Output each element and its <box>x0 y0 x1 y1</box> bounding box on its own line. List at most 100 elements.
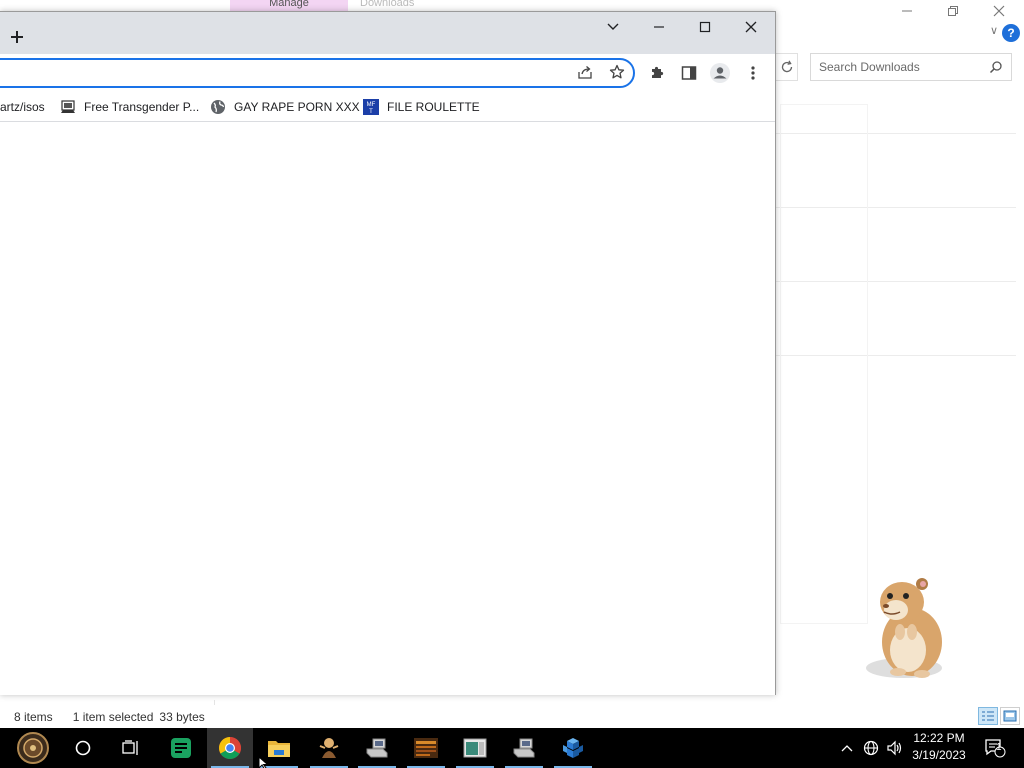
clock-date: 3/19/2023 <box>912 748 966 762</box>
bookmark-label: GAY RAPE PORN XXX <box>234 100 360 114</box>
taskbar-app-blocks[interactable] <box>550 728 596 768</box>
figure-app-icon <box>319 738 339 758</box>
svg-text:MF: MF <box>367 102 376 108</box>
avatar-icon <box>710 63 730 83</box>
chrome-minimize-button[interactable] <box>636 12 682 42</box>
clock[interactable]: 12:22 PM 3/19/2023 <box>906 730 972 766</box>
plus-icon <box>11 31 23 43</box>
cortana-circle-icon <box>75 740 91 756</box>
show-hidden-icons-button[interactable] <box>838 728 856 768</box>
extensions-button[interactable] <box>646 62 668 84</box>
taskbar-app-window[interactable] <box>452 728 498 768</box>
status-selection: 1 item selected <box>72 709 154 724</box>
search-downloads-box[interactable]: Search Downloads <box>810 53 1012 81</box>
restore-icon <box>948 6 958 16</box>
taskbar-app-chrome[interactable] <box>207 728 253 768</box>
mouse-cursor-icon <box>258 756 269 768</box>
page-content-area[interactable] <box>0 123 775 695</box>
puzzle-icon <box>652 66 664 78</box>
explorer-minimize-button[interactable] <box>884 0 930 22</box>
clock-time: 12:22 PM <box>913 731 965 745</box>
folder-icon <box>268 741 290 757</box>
cortana-button[interactable] <box>60 728 106 768</box>
network-button[interactable] <box>860 728 882 768</box>
share-icon <box>578 66 592 79</box>
profile-button[interactable] <box>709 62 731 84</box>
status-item-count: 8 items <box>14 709 53 724</box>
taskbar: 12:22 PM 3/19/2023 1 <box>0 728 1024 768</box>
speaker-icon <box>887 740 902 756</box>
start-orb-icon <box>17 732 49 764</box>
window-app-icon <box>463 738 487 758</box>
explorer-restore-button[interactable] <box>930 0 976 22</box>
maximize-icon <box>699 21 711 33</box>
minimize-icon <box>902 10 912 12</box>
ribbon-expand-chevron-icon[interactable]: ∨ <box>990 24 998 37</box>
taskbar-app-spreadsheet[interactable] <box>158 728 204 768</box>
svg-text:T: T <box>369 109 373 115</box>
spreadsheet-app-icon <box>171 738 191 758</box>
chrome-tabstrip <box>0 12 775 54</box>
chrome-maximize-button[interactable] <box>682 12 728 42</box>
close-icon <box>993 5 1005 17</box>
notification-icon <box>985 739 1006 758</box>
hamster-mascot-icon <box>866 578 942 678</box>
chrome-window: artz/isos Free Transgender P... GAY RAPE… <box>0 11 776 695</box>
chrome-close-button[interactable] <box>728 12 774 42</box>
volume-button[interactable] <box>884 728 906 768</box>
taskbar-app-game[interactable] <box>403 728 449 768</box>
explorer-close-button[interactable] <box>976 0 1022 22</box>
tab-search-button[interactable] <box>590 12 636 42</box>
address-bar[interactable] <box>0 58 635 88</box>
taskbar-app-computer-2[interactable] <box>501 728 547 768</box>
computer-app-icon <box>366 738 388 758</box>
chevron-up-icon <box>841 745 853 752</box>
action-center-button[interactable]: 1 <box>980 728 1010 768</box>
refresh-icon <box>781 60 792 73</box>
status-size: 33 bytes <box>159 709 205 724</box>
new-tab-button[interactable] <box>6 26 28 48</box>
chrome-icon <box>219 737 241 759</box>
globe-icon <box>210 99 226 115</box>
details-view-icon <box>982 711 994 721</box>
taskbar-app-figure[interactable] <box>306 728 352 768</box>
task-view-button[interactable] <box>108 728 154 768</box>
bookmark-label: FILE ROULETTE <box>387 100 480 114</box>
chrome-menu-button[interactable] <box>742 62 764 84</box>
start-button[interactable] <box>10 728 56 768</box>
refresh-button[interactable] <box>776 53 798 81</box>
kebab-menu-icon <box>751 66 755 80</box>
game-app-icon <box>414 738 438 758</box>
close-icon <box>745 21 757 33</box>
star-icon <box>609 64 625 79</box>
taskbar-app-computer[interactable] <box>354 728 400 768</box>
search-icon <box>989 61 1002 74</box>
task-view-icon <box>122 740 138 755</box>
details-pane-ghost <box>780 104 868 624</box>
bookmark-item[interactable]: MF T FILE ROULETTE <box>363 98 480 116</box>
details-view-button[interactable] <box>978 707 998 725</box>
globe-network-icon <box>863 740 879 756</box>
explorer-statusbar: 8 items 1 item selected 33 bytes <box>0 705 1024 728</box>
mft-icon: MF T <box>363 99 379 115</box>
share-button[interactable] <box>576 63 594 81</box>
chrome-toolbar <box>0 54 775 92</box>
bookmark-item[interactable]: GAY RAPE PORN XXX <box>210 98 360 116</box>
help-icon[interactable]: ? <box>1002 24 1020 42</box>
large-icons-view-button[interactable] <box>1000 707 1020 725</box>
computer-app-icon <box>513 738 535 758</box>
notification-count-badge: 1 <box>996 742 1002 753</box>
large-icons-view-icon <box>1003 710 1017 722</box>
bookmark-star-button[interactable] <box>608 63 626 81</box>
bookmark-item[interactable]: Free Transgender P... <box>60 98 199 116</box>
bookmarks-bar: artz/isos Free Transgender P... GAY RAPE… <box>0 92 775 122</box>
side-panel-button[interactable] <box>678 62 700 84</box>
site-icon <box>60 99 76 115</box>
bookmark-item[interactable]: artz/isos <box>0 98 45 116</box>
blocks-app-icon <box>563 738 583 758</box>
side-panel-icon <box>681 66 697 80</box>
bookmark-label: Free Transgender P... <box>84 100 200 114</box>
bookmark-label: artz/isos <box>0 100 45 114</box>
chevron-down-icon <box>607 23 619 30</box>
search-downloads-input[interactable]: Search Downloads <box>819 60 989 74</box>
